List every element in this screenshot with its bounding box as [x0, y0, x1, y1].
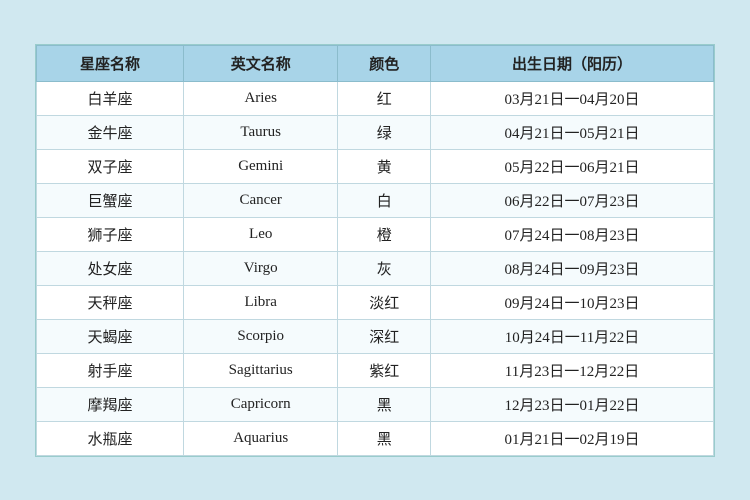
table-cell-1-0: 金牛座 [37, 115, 184, 149]
table-cell-4-0: 狮子座 [37, 217, 184, 251]
table-row: 白羊座Aries红03月21日一04月20日 [37, 81, 714, 115]
table-row: 巨蟹座Cancer白06月22日一07月23日 [37, 183, 714, 217]
table-row: 天蝎座Scorpio深红10月24日一11月22日 [37, 319, 714, 353]
table-body: 白羊座Aries红03月21日一04月20日金牛座Taurus绿04月21日一0… [37, 81, 714, 455]
table-header-row: 星座名称英文名称颜色出生日期（阳历） [37, 45, 714, 81]
table-row: 天秤座Libra淡红09月24日一10月23日 [37, 285, 714, 319]
table-cell-10-1: Aquarius [183, 421, 337, 455]
table-cell-7-3: 10月24日一11月22日 [430, 319, 713, 353]
table-cell-4-2: 橙 [338, 217, 431, 251]
table-cell-7-2: 深红 [338, 319, 431, 353]
header-col-2: 颜色 [338, 45, 431, 81]
zodiac-table-wrapper: 星座名称英文名称颜色出生日期（阳历） 白羊座Aries红03月21日一04月20… [35, 44, 715, 457]
table-cell-2-3: 05月22日一06月21日 [430, 149, 713, 183]
table-cell-5-2: 灰 [338, 251, 431, 285]
table-cell-6-3: 09月24日一10月23日 [430, 285, 713, 319]
table-cell-9-0: 摩羯座 [37, 387, 184, 421]
table-cell-1-2: 绿 [338, 115, 431, 149]
table-cell-9-1: Capricorn [183, 387, 337, 421]
table-cell-4-3: 07月24日一08月23日 [430, 217, 713, 251]
table-cell-9-3: 12月23日一01月22日 [430, 387, 713, 421]
table-cell-7-0: 天蝎座 [37, 319, 184, 353]
table-cell-1-1: Taurus [183, 115, 337, 149]
table-row: 双子座Gemini黄05月22日一06月21日 [37, 149, 714, 183]
table-cell-0-3: 03月21日一04月20日 [430, 81, 713, 115]
table-cell-3-0: 巨蟹座 [37, 183, 184, 217]
table-cell-0-2: 红 [338, 81, 431, 115]
table-row: 摩羯座Capricorn黑12月23日一01月22日 [37, 387, 714, 421]
table-cell-5-0: 处女座 [37, 251, 184, 285]
table-row: 水瓶座Aquarius黑01月21日一02月19日 [37, 421, 714, 455]
zodiac-table: 星座名称英文名称颜色出生日期（阳历） 白羊座Aries红03月21日一04月20… [36, 45, 714, 456]
table-cell-3-3: 06月22日一07月23日 [430, 183, 713, 217]
table-cell-1-3: 04月21日一05月21日 [430, 115, 713, 149]
table-cell-8-2: 紫红 [338, 353, 431, 387]
table-cell-10-0: 水瓶座 [37, 421, 184, 455]
table-row: 狮子座Leo橙07月24日一08月23日 [37, 217, 714, 251]
table-cell-5-3: 08月24日一09月23日 [430, 251, 713, 285]
table-cell-2-1: Gemini [183, 149, 337, 183]
table-cell-10-2: 黑 [338, 421, 431, 455]
header-col-3: 出生日期（阳历） [430, 45, 713, 81]
table-row: 处女座Virgo灰08月24日一09月23日 [37, 251, 714, 285]
table-cell-8-3: 11月23日一12月22日 [430, 353, 713, 387]
table-cell-6-2: 淡红 [338, 285, 431, 319]
table-cell-6-1: Libra [183, 285, 337, 319]
table-cell-2-0: 双子座 [37, 149, 184, 183]
header-col-1: 英文名称 [183, 45, 337, 81]
table-cell-8-0: 射手座 [37, 353, 184, 387]
table-cell-0-1: Aries [183, 81, 337, 115]
header-col-0: 星座名称 [37, 45, 184, 81]
table-cell-3-2: 白 [338, 183, 431, 217]
table-cell-7-1: Scorpio [183, 319, 337, 353]
table-cell-8-1: Sagittarius [183, 353, 337, 387]
table-row: 射手座Sagittarius紫红11月23日一12月22日 [37, 353, 714, 387]
table-cell-2-2: 黄 [338, 149, 431, 183]
table-cell-4-1: Leo [183, 217, 337, 251]
table-cell-3-1: Cancer [183, 183, 337, 217]
table-cell-10-3: 01月21日一02月19日 [430, 421, 713, 455]
table-cell-5-1: Virgo [183, 251, 337, 285]
table-row: 金牛座Taurus绿04月21日一05月21日 [37, 115, 714, 149]
table-cell-6-0: 天秤座 [37, 285, 184, 319]
table-cell-9-2: 黑 [338, 387, 431, 421]
table-cell-0-0: 白羊座 [37, 81, 184, 115]
